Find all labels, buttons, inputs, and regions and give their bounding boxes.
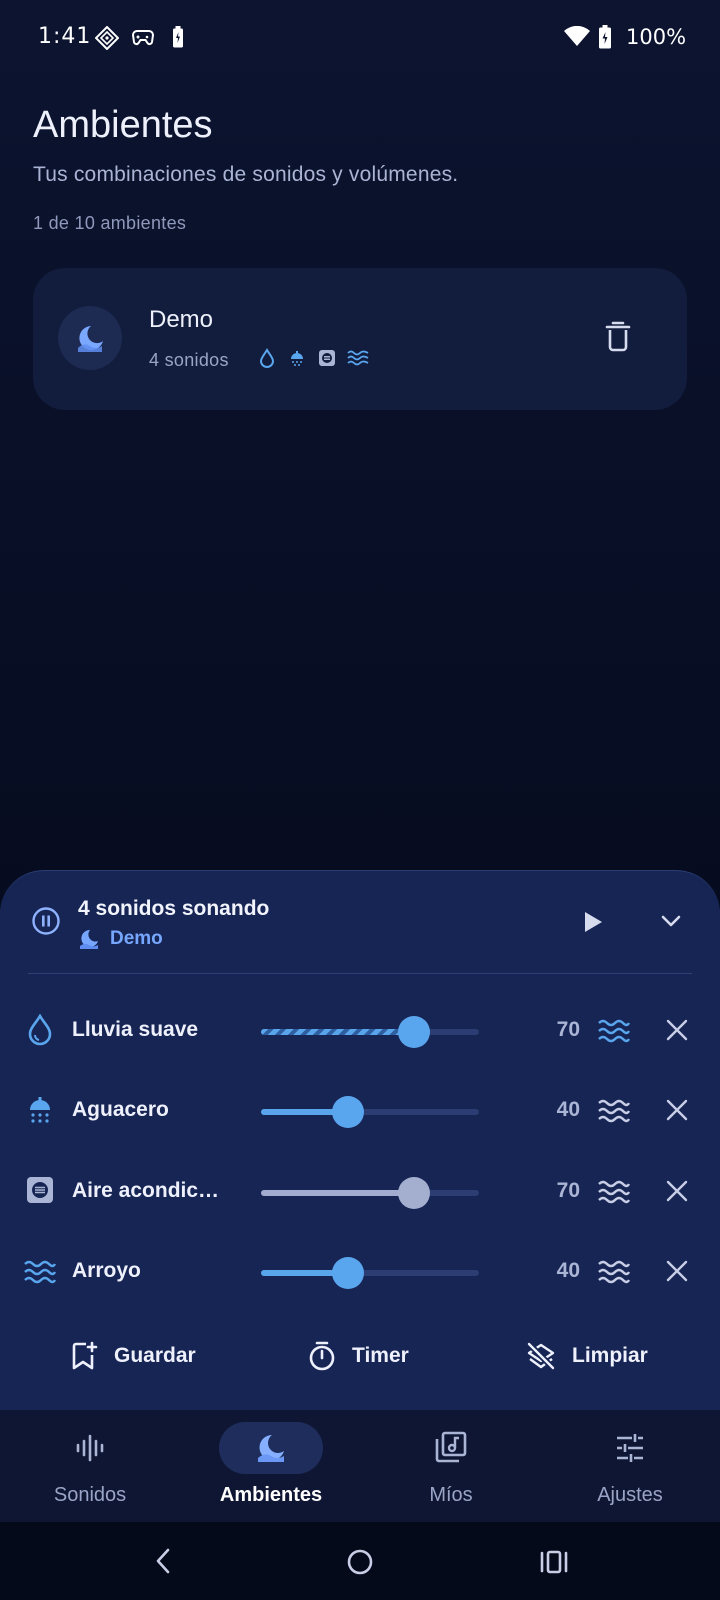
chevron-down-icon [661, 915, 681, 927]
close-icon [666, 1180, 688, 1202]
timer-button[interactable]: Timer [308, 1341, 409, 1371]
save-label: Guardar [114, 1344, 196, 1367]
pause-circle-icon [32, 907, 60, 935]
remove-sound-button[interactable] [666, 1260, 688, 1282]
player-preset-name: Demo [110, 928, 163, 949]
moon-icon [254, 1432, 288, 1464]
timer-label: Timer [352, 1344, 409, 1367]
remove-sound-button[interactable] [666, 1180, 688, 1202]
waves-icon [24, 1258, 56, 1286]
volume-thumb[interactable] [397, 1016, 430, 1048]
sound-row: Lluvia suave 70 [0, 1005, 720, 1055]
nav-item-ajustes[interactable]: Ajustes [550, 1422, 710, 1512]
waves-icon [347, 348, 369, 368]
system-back-button[interactable] [155, 1548, 171, 1574]
volume-value: 70 [556, 1018, 580, 1041]
droplet-icon [26, 1014, 54, 1046]
player-title: 4 sonidos sonando [78, 897, 270, 920]
moon-icon [74, 322, 106, 354]
app-notification-icon [95, 26, 119, 50]
music-library-icon [434, 1430, 468, 1464]
pause-all-button[interactable] [31, 906, 61, 936]
volume-value: 70 [556, 1179, 580, 1202]
nav-label-mios: Míos [429, 1484, 473, 1506]
back-icon [156, 1548, 170, 1574]
droplet-icon [257, 348, 277, 368]
system-recents-button[interactable] [540, 1550, 568, 1574]
volume-value: 40 [556, 1259, 580, 1282]
page-title: Ambientes [33, 104, 213, 146]
volume-slider[interactable] [261, 1016, 479, 1048]
trash-icon [605, 321, 631, 352]
close-icon [666, 1019, 688, 1041]
preset-count: 1 de 10 ambientes [33, 213, 187, 233]
save-preset-button[interactable]: Guardar [72, 1341, 196, 1371]
sound-label: Aire acondic… [72, 1179, 220, 1202]
waves-toggle-icon[interactable] [598, 1178, 630, 1206]
preset-sound-count: 4 sonidos [149, 350, 229, 370]
volume-slider[interactable] [261, 1177, 479, 1209]
soundwave-icon [74, 1432, 106, 1464]
ac-unit-icon [317, 348, 337, 368]
status-time: 1:41 [38, 24, 92, 49]
waves-toggle-icon[interactable] [598, 1258, 630, 1286]
volume-thumb[interactable] [397, 1177, 430, 1209]
sliders-icon [614, 1432, 646, 1464]
sound-label: Aguacero [72, 1098, 169, 1121]
nav-item-ambientes[interactable]: Ambientes [191, 1422, 351, 1512]
page-subtitle: Tus combinaciones de sonidos y volúmenes… [33, 163, 459, 186]
preset-name: Demo [149, 306, 214, 333]
collapse-sheet-button[interactable] [660, 913, 682, 929]
sound-label: Arroyo [72, 1259, 141, 1282]
system-home-button[interactable] [347, 1549, 373, 1575]
nav-item-mios[interactable]: Míos [371, 1422, 531, 1512]
sheet-divider [28, 973, 692, 974]
preset-avatar [58, 306, 122, 370]
close-icon [666, 1099, 688, 1121]
waves-toggle-icon[interactable] [598, 1017, 630, 1045]
sound-row: Aguacero 40 [0, 1085, 720, 1135]
shower-icon [27, 1095, 53, 1125]
shower-icon [287, 348, 307, 368]
volume-slider[interactable] [261, 1096, 479, 1128]
gamepad-icon [132, 28, 154, 46]
nav-label-ajustes: Ajustes [597, 1484, 663, 1506]
nav-label-ambientes: Ambientes [219, 1484, 323, 1506]
home-icon [347, 1549, 373, 1575]
delete-preset-button[interactable] [605, 320, 641, 356]
recents-icon [540, 1550, 568, 1574]
sound-label: Lluvia suave [72, 1018, 199, 1041]
volume-thumb[interactable] [332, 1257, 365, 1289]
bookmark-add-icon [72, 1341, 98, 1371]
preset-sound-icons [257, 348, 369, 368]
sound-row: Arroyo 40 [0, 1246, 720, 1296]
remove-sound-button[interactable] [666, 1099, 688, 1121]
volume-slider[interactable] [261, 1257, 479, 1289]
clear-button[interactable]: Limpiar [526, 1341, 648, 1371]
volume-thumb[interactable] [332, 1096, 365, 1128]
sound-row: Aire acondic… 70 [0, 1166, 720, 1216]
battery-percentage: 100% [626, 25, 687, 49]
nav-label-sonidos: Sonidos [53, 1484, 127, 1506]
volume-fill [261, 1029, 414, 1035]
volume-value: 40 [556, 1098, 580, 1121]
close-icon [666, 1260, 688, 1282]
battery-saver-icon [172, 26, 184, 48]
play-button[interactable] [582, 910, 604, 934]
remove-sound-button[interactable] [666, 1019, 688, 1041]
stopwatch-icon [308, 1341, 336, 1371]
waves-toggle-icon[interactable] [598, 1097, 630, 1125]
battery-icon [598, 25, 612, 49]
clear-layers-icon [526, 1341, 556, 1371]
clear-label: Limpiar [572, 1344, 648, 1367]
play-icon [585, 912, 602, 932]
wifi-icon [564, 26, 590, 46]
volume-fill [261, 1190, 414, 1196]
preset-card[interactable]: Demo 4 sonidos [33, 268, 687, 410]
player-bottom-sheet [0, 870, 720, 1410]
status-bar: 1:41 100% [0, 0, 720, 76]
ac-unit-icon [26, 1176, 54, 1204]
nav-item-sonidos[interactable]: Sonidos [10, 1422, 170, 1512]
moon-icon [78, 928, 100, 950]
